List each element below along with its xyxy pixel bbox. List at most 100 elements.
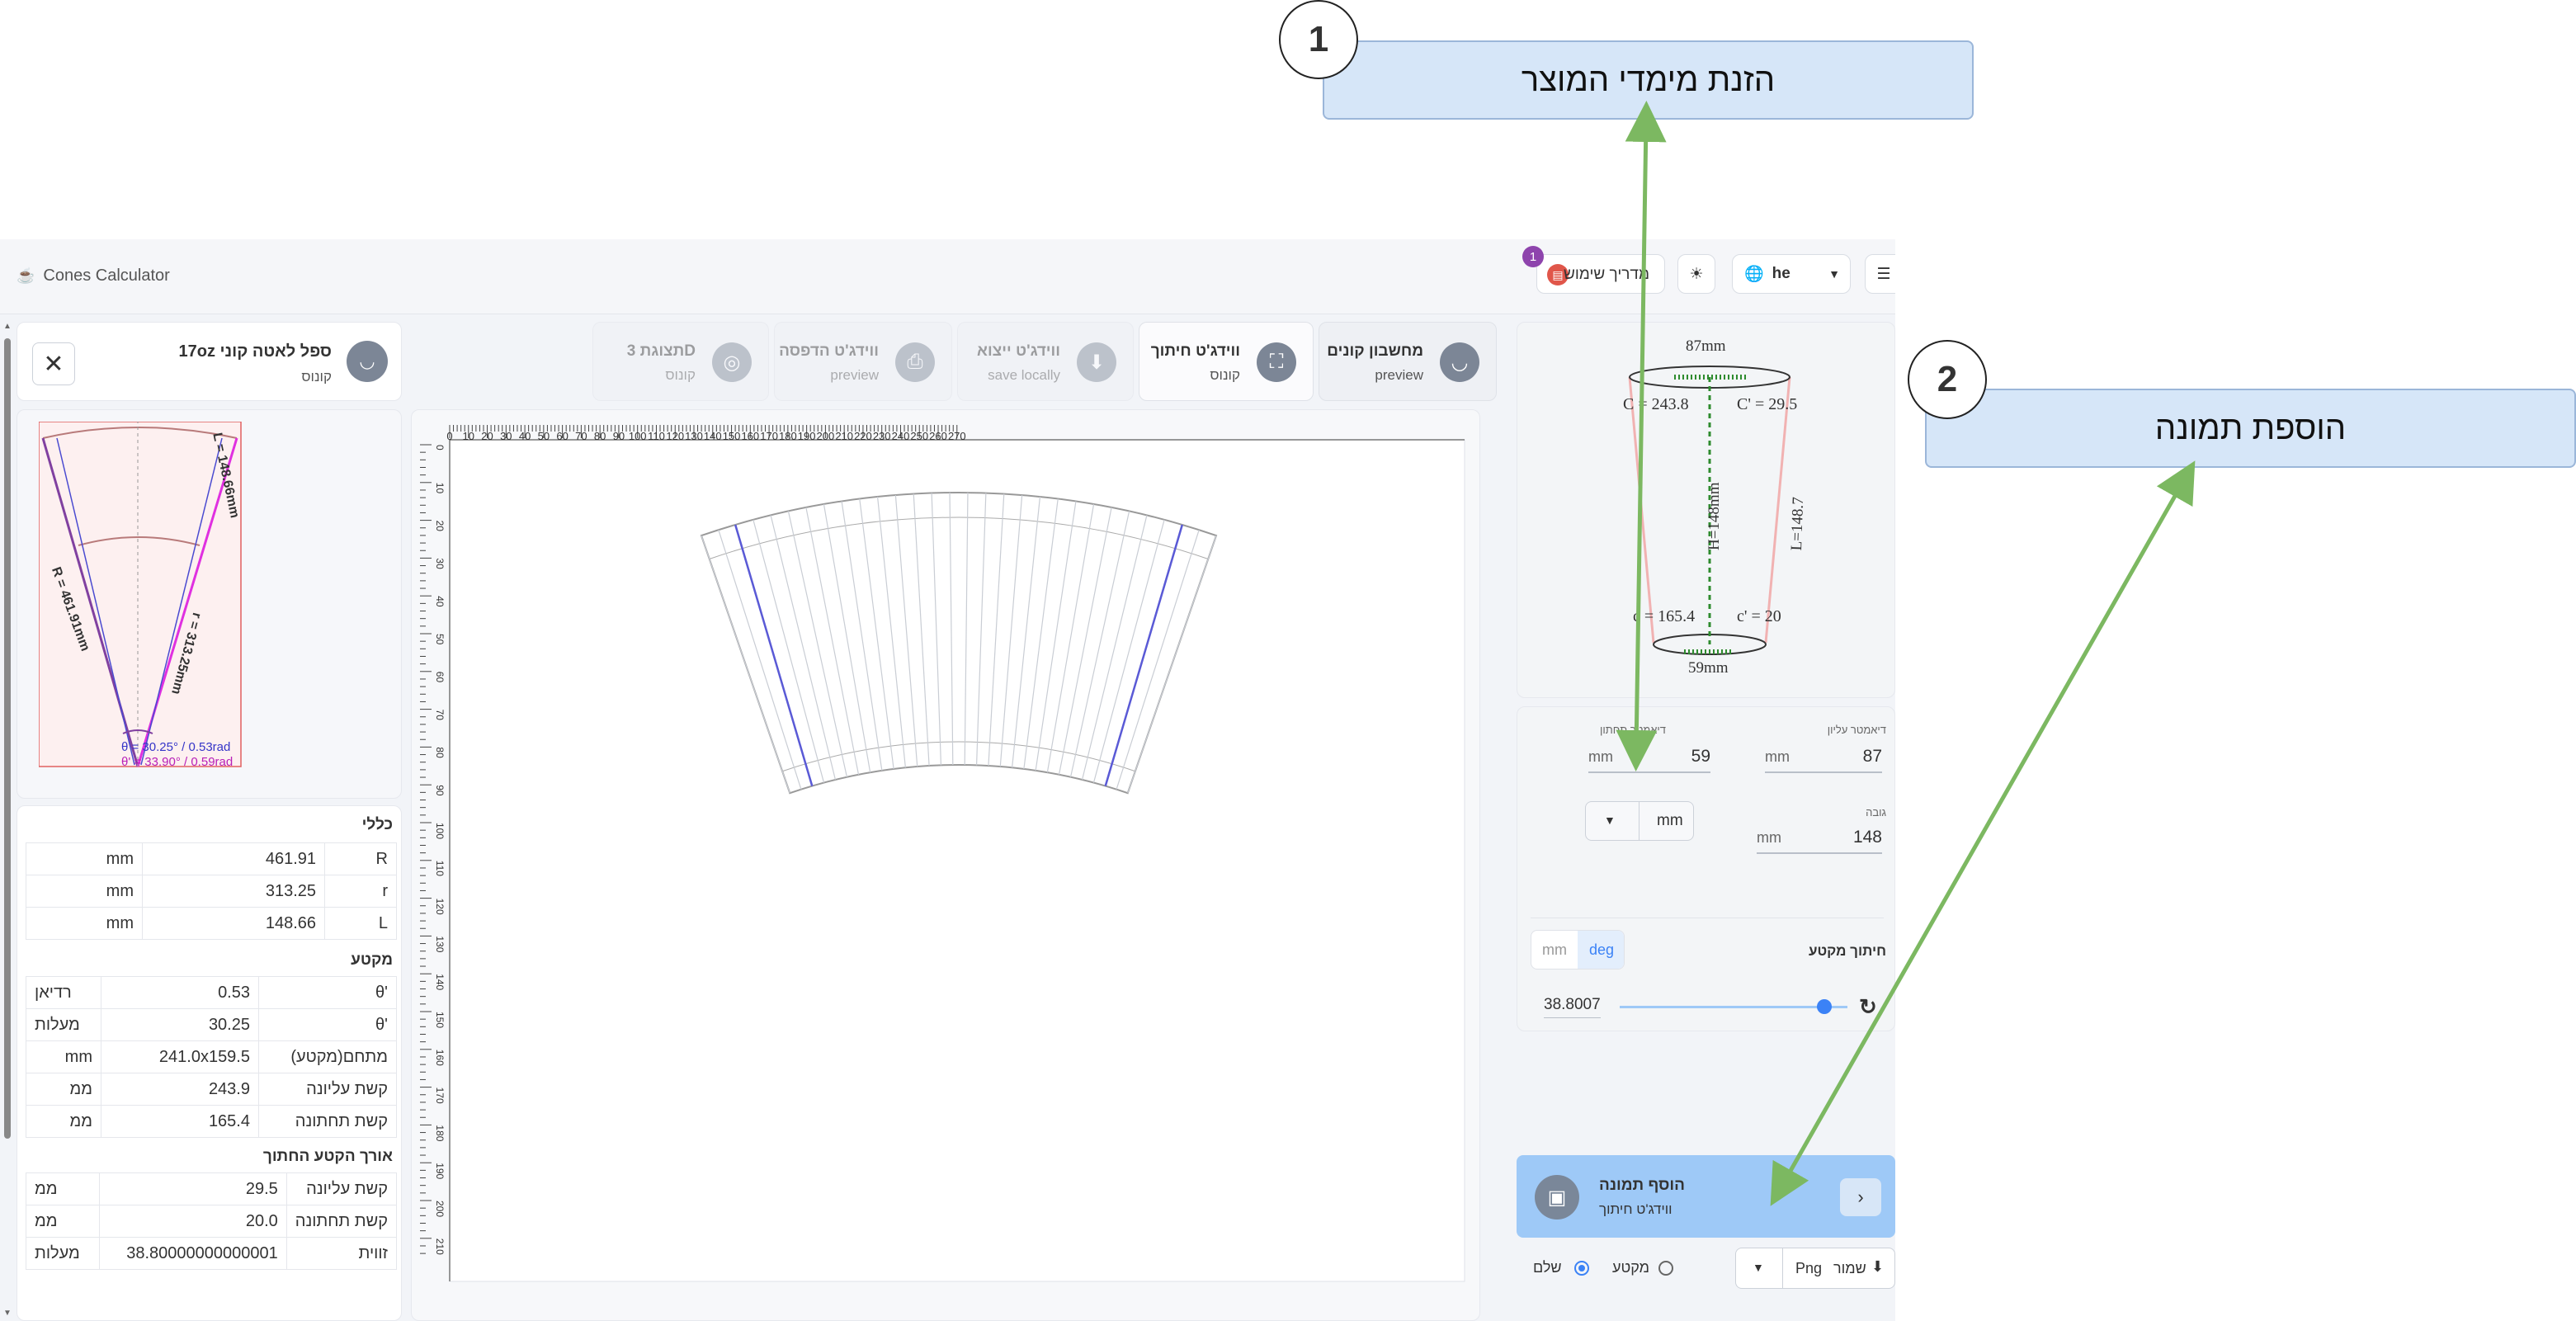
value-cell: 241.0x159.5 [101,1040,259,1073]
unit-cell: mm [26,875,143,908]
top-ruler-label: 70 [575,430,587,442]
top-ruler-label: 160 [741,430,759,442]
hamburger-icon: ☰ [1876,265,1891,283]
top-ruler-label: 170 [760,430,778,442]
product-header: ✕ 17oz ספל לאטה קוני קונוס ◡ [17,322,402,401]
download-icon: ⬇ [1871,1258,1885,1275]
chevron-right-icon: › [1857,1187,1864,1207]
table-row: מעלות 30.25 θ' [26,1008,397,1041]
height-input[interactable]: 148 mm [1757,821,1882,854]
radio-sector[interactable] [1658,1261,1673,1276]
mini-preview-panel: L = 148.66mm R = 461.91mm r = 313.25mm θ… [17,409,402,799]
expand-button[interactable]: › [1840,1178,1881,1216]
value-cell: 243.9 [101,1073,259,1106]
tab-subtitle: save locally [988,367,1060,383]
add-image-button[interactable]: ▣ הוסף תמונה ווידג'ט חיתוך › [1517,1155,1895,1238]
unit-cell: רדיאן [26,976,101,1009]
cup-top-diameter: 87mm [1686,337,1726,355]
mini-theta2-label: θ' = 33.90° / 0.59rad [121,755,234,769]
top-ruler-label: 30 [500,430,512,442]
theme-toggle-button[interactable]: ☀ [1677,254,1715,294]
language-select[interactable]: 🌐 he ▼ [1732,254,1851,294]
unit-cell: מעלות [26,1008,101,1041]
guide-badge: 1 [1522,246,1544,267]
radio-full[interactable] [1574,1261,1589,1276]
cutting-canvas-panel: 0 10 20 30 40 50 60 70 80 90 100 110 120 130 140 150 160… [411,409,1480,1321]
cup-H-label: H=148mm [1706,482,1723,551]
tab-cutting-widget[interactable]: ווידג'ט חיתוך קונוס ⛶ [1139,322,1314,401]
left-ruler-label: 10 [434,483,446,494]
tab-print-widget[interactable]: ווידג'ט הדפסה preview ⎙ [774,322,952,401]
scroll-up-arrow[interactable]: ▲ [3,322,12,331]
chevron-down-icon: ▼ [1753,1261,1764,1274]
table-row: mm 241.0x159.5 מתחם(מקטע) [26,1040,397,1073]
dimensions-panel: דיאמטר עליון 87 mm דיאמטר תחתון 59 mm גו… [1517,706,1895,1031]
scroll-down-arrow[interactable]: ▼ [3,1309,12,1318]
left-ruler-label: 20 [434,521,446,532]
callout-2-box: הוספת תמונה [1925,389,2576,468]
language-label: he [1772,265,1790,282]
left-ruler-label: 200 [434,1201,446,1217]
top-ruler-label: 190 [798,430,816,442]
key-cell: r [324,875,397,908]
left-ruler-label: 130 [434,936,446,952]
fullscreen-icon: ⛶ [1257,342,1296,382]
left-scrollbar[interactable] [3,330,12,1312]
add-image-icon: ▣ [1535,1175,1579,1220]
close-icon: ✕ [43,350,64,378]
left-ruler-label: 30 [434,558,446,569]
slider-thumb[interactable] [1817,999,1833,1014]
top-ruler-label: 140 [704,430,722,442]
value-cell: 0.53 [101,976,259,1009]
unit-select[interactable]: ▼ mm [1585,801,1694,841]
top-ruler-label: 50 [538,430,550,442]
tab-cones-calculator[interactable]: מחשבון קונים preview ◡ [1319,322,1497,401]
top-diameter-input[interactable]: 87 mm [1765,740,1882,773]
radio-sector-label: מקטע [1612,1259,1650,1276]
top-ruler-label: 240 [892,430,910,442]
tab-3d-view[interactable]: תצוגת 3D קונוס ◎ [592,322,769,401]
key-cell: θ' [258,976,397,1009]
sun-icon: ☀ [1689,265,1704,283]
left-ruler-label: 140 [434,974,446,990]
key-cell: קשת תחתונה [285,1205,398,1238]
top-ruler-label: 120 [666,430,684,442]
product-type: קונוס [301,369,332,385]
tab-title: ווידג'ט חיתוך [1150,342,1240,360]
scrollbar-thumb[interactable] [4,338,11,1139]
top-ruler-label: 250 [910,430,928,442]
app-title: ☕ Cones Calculator [17,267,170,285]
left-ruler-label: 120 [434,899,446,915]
key-cell: מתחם(מקטע) [258,1040,397,1073]
table-row: ממ 20.0 קשת תחתונה [26,1205,398,1238]
unit-deg-button[interactable]: deg [1578,931,1624,969]
top-ruler-label: 180 [779,430,797,442]
sector-cut-slider[interactable] [1620,999,1847,1014]
reset-icon[interactable]: ↻ [1859,994,1877,1020]
top-ruler-label: 200 [817,430,835,442]
download-icon: ⬇ [1077,342,1116,382]
table-row: ממ 29.5 קשת עליונה [26,1172,398,1205]
save-button[interactable]: ▼ Png שמור ⬇ [1735,1248,1895,1289]
sector-cut-value[interactable]: 38.8007 [1544,996,1601,1018]
bottom-diameter-input[interactable]: 59 mm [1588,740,1710,773]
tab-export-widget[interactable]: ווידג'ט ייצוא save locally ⬇ [957,322,1134,401]
close-button[interactable]: ✕ [32,342,75,385]
tab-subtitle: preview [830,367,879,383]
unit-cell: mm [26,1040,101,1073]
left-ruler-label: 110 [434,861,446,876]
left-ruler-label: 100 [434,823,446,839]
menu-button[interactable]: ☰ [1865,254,1895,294]
top-ruler-label: 100 [629,430,647,442]
unit-cell: mm [26,907,143,940]
cup-c2-label: c' = 20 [1737,607,1781,625]
unit-select-value: mm [1657,812,1683,829]
top-ruler-label: 90 [613,430,625,442]
top-bar: ☕ Cones Calculator ▤ מדריך שימוש 1 ☀ 🌐 h… [0,239,1895,314]
table-row: מעלות 38.80000000000001 זווית [26,1237,398,1270]
guide-button[interactable]: ▤ מדריך שימוש [1536,254,1665,294]
top-ruler-label: 260 [929,430,947,442]
unit-mm-button[interactable]: mm [1531,931,1578,969]
left-ruler-label: 150 [434,1012,446,1028]
top-ruler-label: 10 [463,430,474,442]
